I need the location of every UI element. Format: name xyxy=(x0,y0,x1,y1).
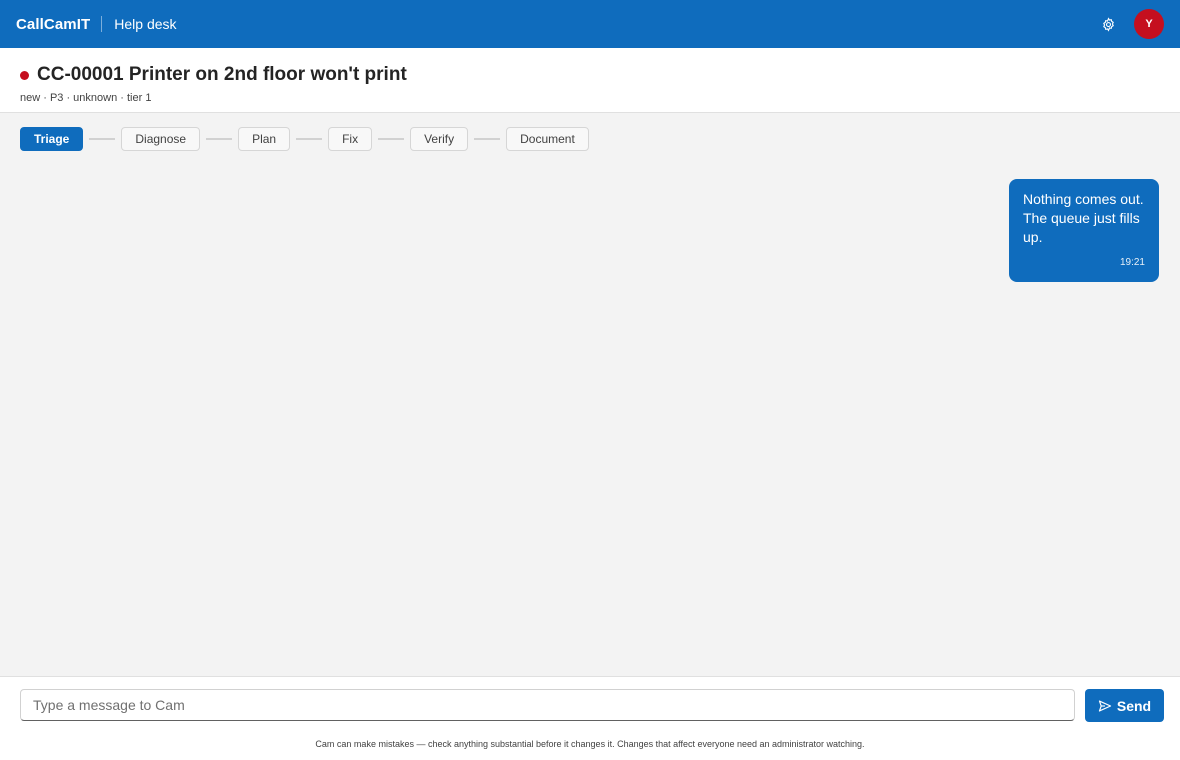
stage-triage[interactable]: Triage xyxy=(20,127,84,151)
section-title: Help desk xyxy=(114,16,177,32)
stage-connector xyxy=(206,138,233,140)
send-button[interactable]: Send xyxy=(1085,689,1164,722)
gear-icon[interactable] xyxy=(1098,14,1118,34)
stage-connector xyxy=(474,138,501,140)
page-title: CC-00001 Printer on 2nd floor won't prin… xyxy=(37,64,407,85)
stage-connector xyxy=(296,138,323,140)
topbar-actions: Y xyxy=(1098,9,1164,39)
stage-connector xyxy=(89,138,116,140)
stage-verify[interactable]: Verify xyxy=(410,127,469,151)
stage-document[interactable]: Document xyxy=(506,127,589,151)
disclaimer-text: Cam can make mistakes — check anything s… xyxy=(315,739,865,749)
ticket-meta: new · P3 · unknown · tier 1 xyxy=(20,92,152,104)
avatar[interactable]: Y xyxy=(1134,9,1164,39)
stage-stepper: Triage Diagnose Plan Fix Verify Document xyxy=(20,127,589,151)
message-text: Nothing comes out. The queue just fills … xyxy=(1023,191,1144,245)
status-dot xyxy=(20,70,29,80)
send-icon xyxy=(1098,699,1112,713)
stage-connector xyxy=(378,138,405,140)
stage-plan[interactable]: Plan xyxy=(238,127,291,151)
chat-area[interactable]: Nothing comes out. The queue just fills … xyxy=(0,165,1180,675)
stage-diagnose[interactable]: Diagnose xyxy=(121,127,201,151)
brand-divider xyxy=(101,16,103,32)
send-button-label: Send xyxy=(1116,697,1152,714)
message-composer: Send Cam can make mistakes — check anyth… xyxy=(0,676,1180,760)
stage-fix[interactable]: Fix xyxy=(328,127,373,151)
ticket-title-row: CC-00001 Printer on 2nd floor won't prin… xyxy=(20,64,1160,86)
message-input[interactable] xyxy=(21,690,1074,720)
ticket-header: CC-00001 Printer on 2nd floor won't prin… xyxy=(0,48,1180,113)
app-brand[interactable]: CallCamIT xyxy=(16,16,90,33)
top-bar: CallCamIT Help desk Y xyxy=(0,0,1180,48)
message-timestamp: 19:21 xyxy=(1119,257,1145,268)
message-input-wrapper xyxy=(20,689,1075,721)
user-message-bubble: Nothing comes out. The queue just fills … xyxy=(1009,179,1159,282)
